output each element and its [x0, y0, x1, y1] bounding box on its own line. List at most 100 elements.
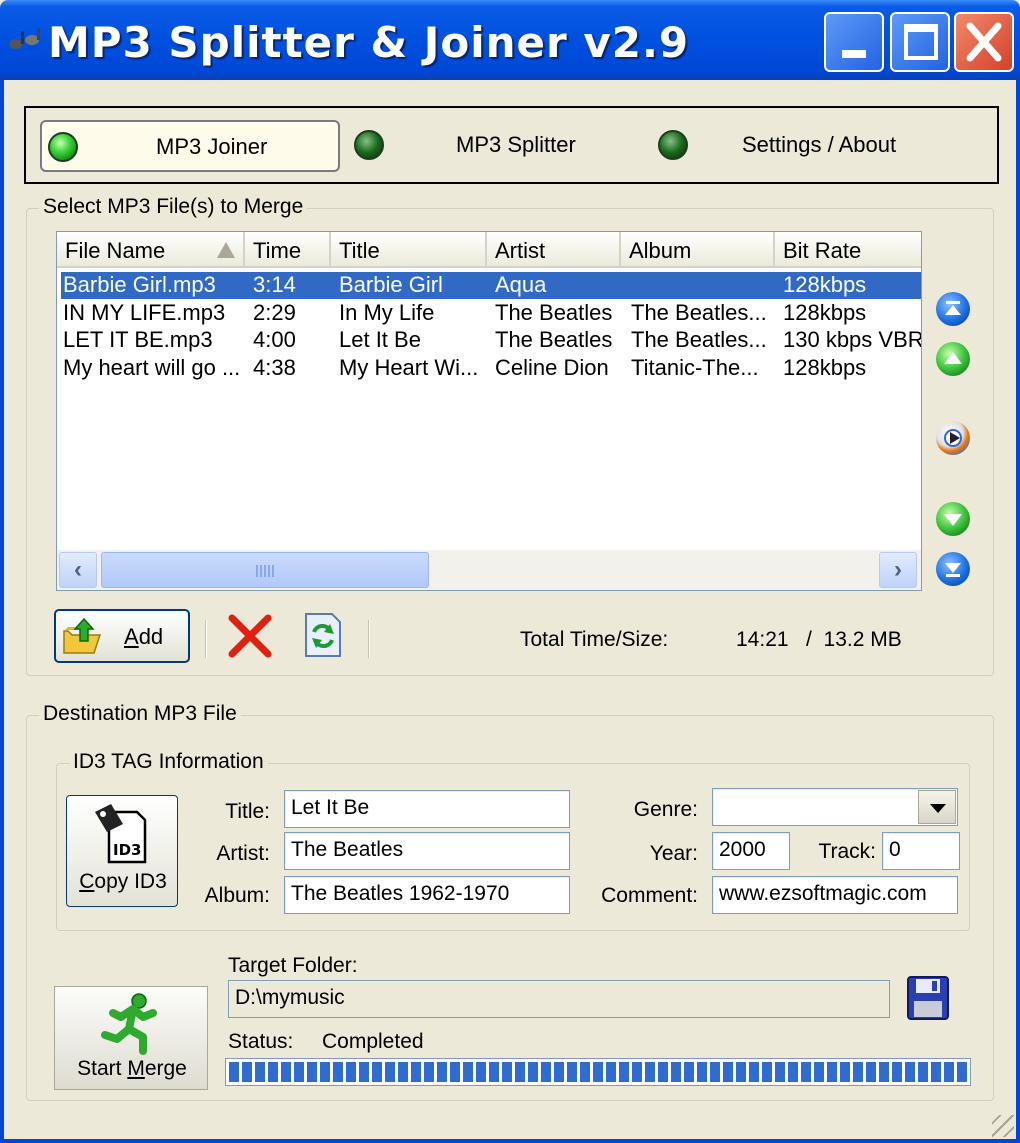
file-list[interactable]: File Name Time Title Artist Album Bit Ra…: [56, 231, 922, 591]
delete-button[interactable]: [226, 612, 274, 660]
column-header-title[interactable]: Title: [331, 232, 487, 268]
minimize-icon: [842, 50, 866, 58]
column-header-artist[interactable]: Artist: [487, 232, 621, 268]
track-label: Track:: [818, 840, 876, 863]
table-row[interactable]: LET IT BE.mp3 4:00 Let It Be The Beatles The…: [61, 327, 921, 354]
cell-time: 4:00: [253, 327, 296, 352]
cell-file: My heart will go ...: [63, 354, 241, 380]
title-field[interactable]: Let It Be: [284, 790, 570, 828]
cell-bitrate: 128kbps: [783, 272, 867, 297]
move-top-button[interactable]: [936, 292, 970, 326]
cell-file: Barbie Girl.mp3: [63, 272, 216, 297]
move-top-icon: [945, 301, 961, 315]
cell-artist: The Beatles: [495, 327, 613, 352]
status-label: Status:: [228, 1030, 294, 1053]
comment-field[interactable]: www.ezsoftmagic.com: [712, 876, 958, 914]
total-time-size-label: Total Time/Size:: [520, 628, 669, 651]
group-legend: Select MP3 File(s) to Merge: [39, 195, 308, 219]
maximize-button[interactable]: [890, 12, 950, 72]
tab-settings-about[interactable]: Settings / About: [652, 120, 992, 172]
cell-artist: Aqua: [495, 272, 547, 297]
id3-tag-icon: ID3: [95, 804, 147, 864]
group-legend: ID3 TAG Information: [69, 750, 268, 774]
track-field[interactable]: 0: [882, 832, 960, 870]
cell-artist: The Beatles: [495, 299, 613, 325]
table-row[interactable]: Barbie Girl.mp3 3:14 Barbie Girl Aqua 128kbp…: [61, 272, 921, 299]
play-button[interactable]: [936, 421, 970, 455]
genre-select[interactable]: [712, 788, 958, 826]
cell-title: In My Life: [339, 299, 435, 325]
add-button[interactable]: Add: [54, 609, 190, 663]
tab-label: MP3 Splitter: [456, 132, 576, 157]
active-led-icon: [48, 132, 78, 162]
cell-album: The Beatles...: [631, 327, 767, 352]
toolbar-separator: [368, 620, 370, 658]
cell-album: Titanic-The...: [631, 354, 759, 380]
merge-progress-bar: [225, 1058, 971, 1086]
total-time-size-value: 14:21 / 13.2 MB: [736, 628, 902, 651]
open-folder-arrow-icon: [63, 617, 102, 654]
target-folder-field[interactable]: D:\mymusic: [228, 980, 890, 1018]
table-row[interactable]: IN MY LIFE.mp3 2:29 In My Life The Beatles T…: [61, 300, 921, 327]
running-man-icon: [101, 993, 157, 1055]
column-header-file-name[interactable]: File Name: [57, 232, 245, 268]
close-button[interactable]: [954, 12, 1014, 72]
list-header: File Name Time Title Artist Album Bit Ra…: [57, 232, 921, 268]
floppy-disk-icon: [907, 976, 949, 1020]
minimize-button[interactable]: [824, 12, 884, 72]
album-label: Album:: [204, 884, 270, 907]
table-row[interactable]: My heart will go ... 4:38 My Heart Wi... Ce…: [61, 355, 921, 382]
artist-label: Artist:: [216, 842, 270, 865]
inactive-led-icon: [658, 130, 688, 160]
title-bar[interactable]: MP3 Splitter & Joiner v2.9: [0, 0, 1020, 80]
chevron-down-icon[interactable]: [918, 790, 956, 824]
resize-grip[interactable]: [992, 1115, 1014, 1137]
maximize-icon: [904, 24, 938, 60]
start-merge-label: Start Merge: [77, 1057, 187, 1080]
move-bottom-button[interactable]: [936, 552, 970, 586]
scroll-left-button[interactable]: ‹: [59, 552, 97, 588]
cell-title: My Heart Wi...: [339, 354, 479, 380]
copy-id3-button[interactable]: ID3 Copy ID3: [66, 795, 178, 907]
window-title: MP3 Splitter & Joiner v2.9: [48, 18, 690, 67]
comment-label: Comment:: [601, 884, 698, 907]
add-button-label: Add: [124, 624, 164, 649]
id3-badge-text: ID3: [113, 841, 141, 859]
refresh-document-icon: [305, 613, 341, 657]
cell-bitrate: 130 kbps VBR: [783, 327, 922, 352]
cell-title: Let It Be: [339, 327, 421, 352]
horizontal-scrollbar[interactable]: ‹ ›: [57, 550, 921, 590]
cell-artist: Celine Dion: [495, 354, 609, 380]
genre-label: Genre:: [633, 798, 698, 821]
start-merge-button[interactable]: Start Merge: [54, 986, 208, 1090]
column-label: File Name: [65, 238, 166, 263]
scroll-right-button[interactable]: ›: [879, 552, 917, 588]
browse-folder-button[interactable]: [906, 975, 950, 1021]
move-up-button[interactable]: [936, 342, 970, 376]
target-folder-label: Target Folder:: [228, 954, 358, 977]
artist-field[interactable]: The Beatles: [284, 832, 570, 870]
sort-ascending-icon: [217, 242, 235, 258]
scroll-thumb[interactable]: [101, 552, 429, 588]
tab-mp3-joiner[interactable]: MP3 Joiner: [40, 120, 340, 172]
title-label: Title:: [225, 800, 270, 823]
cell-time: 2:29: [253, 299, 296, 325]
column-header-time[interactable]: Time: [245, 232, 331, 268]
app-note-icon: [9, 28, 40, 49]
move-bottom-icon: [945, 563, 961, 577]
progress-fill: [229, 1062, 967, 1082]
tab-mp3-splitter[interactable]: MP3 Splitter: [348, 120, 648, 172]
red-x-icon: [228, 614, 272, 658]
tab-label: Settings / About: [742, 132, 897, 157]
inactive-led-icon: [354, 130, 384, 160]
cell-album: The Beatles...: [631, 299, 767, 325]
move-down-button[interactable]: [936, 502, 970, 536]
column-header-album[interactable]: Album: [621, 232, 775, 268]
play-icon: [944, 429, 962, 447]
copy-id3-label: Copy ID3: [79, 870, 167, 893]
column-header-bit-rate[interactable]: Bit Rate: [775, 232, 921, 268]
refresh-button[interactable]: [302, 612, 344, 658]
cell-file: IN MY LIFE.mp3: [63, 299, 226, 325]
album-field[interactable]: The Beatles 1962-1970: [284, 876, 570, 914]
year-field[interactable]: 2000: [712, 832, 790, 870]
